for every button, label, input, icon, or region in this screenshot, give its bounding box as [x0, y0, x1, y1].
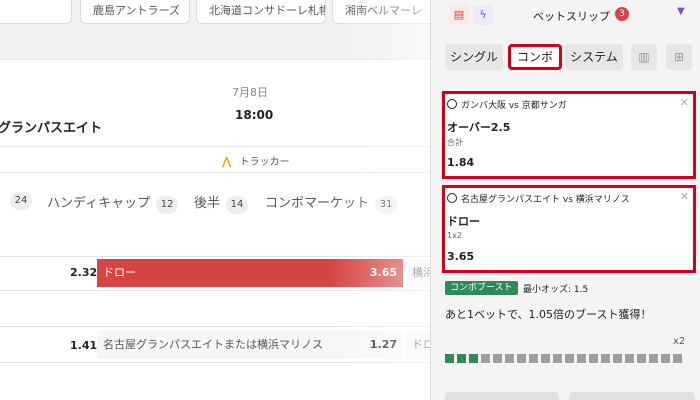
tracker-label: トラッカー	[239, 157, 290, 168]
bet-odds: 1.84	[447, 156, 475, 169]
close-icon[interactable]: ✕	[680, 190, 689, 203]
market-tab-label: ハンディキャップ	[47, 196, 151, 211]
bet-card: 名古屋グランパスエイト vs 横浜マリノス ✕ ドロー 1x2 3.65	[442, 185, 696, 273]
divider	[0, 326, 430, 327]
odds-double-chance[interactable]: 名古屋グランパスエイトまたは横浜マリノス 1.27	[97, 331, 403, 359]
bet-selection: オーバー2.5	[447, 121, 511, 134]
boost-progress-segment	[589, 354, 598, 363]
bet-odds: 3.65	[447, 250, 475, 263]
boost-progress-segment	[577, 354, 586, 363]
team-tab-kashima[interactable]: 鹿島アントラーズ	[80, 0, 190, 24]
team-tab-sapporo[interactable]: 北海道コンサドーレ札幌	[196, 0, 326, 24]
divider	[0, 146, 430, 147]
tab-single[interactable]: シングル	[445, 44, 503, 70]
divider	[0, 256, 430, 257]
gift-icon[interactable]: ⊞	[666, 44, 692, 70]
event-panel: 鹿島アントラーズ 北海道コンサドーレ札幌 湘南ベルマーレ グランパスエイト 7月…	[0, 0, 430, 400]
boost-message: あと1ベットで、1.05倍のブースト獲得！	[445, 308, 652, 321]
team-tab-shonan[interactable]: 湘南ベルマーレ	[332, 0, 430, 24]
match-date: 7月8日	[232, 86, 268, 99]
boost-progress-segment	[649, 354, 658, 363]
home-team-name: グランパスエイト	[0, 121, 103, 136]
boost-progress-segment	[493, 354, 502, 363]
market-tab-combo[interactable]: コンボマーケット 31	[265, 192, 398, 214]
tracker-link[interactable]: ⋀ トラッカー	[222, 153, 289, 168]
odds-home[interactable]: 2.32	[70, 266, 97, 279]
odds-home-or-draw[interactable]: 1.41	[70, 339, 97, 352]
bet-slip-header: ▤ ϟ ベットスリップ 3 ▼	[431, 0, 700, 32]
bet-slip: ▤ ϟ ベットスリップ 3 ▼ シングル コンボ システム ▥ ⊞ ガンバ大阪 …	[430, 0, 700, 400]
team-tab[interactable]	[0, 0, 72, 24]
soccer-ball-icon	[447, 99, 457, 109]
receipt-icon[interactable]: ▤	[449, 5, 469, 25]
bet-market: 1x2	[447, 231, 462, 240]
bet-card: ガンバ大阪 vs 京都サンガ ✕ オーバー2.5 合計 1.84	[442, 91, 696, 179]
bet-match: ガンバ大阪 vs 京都サンガ	[447, 98, 567, 111]
divider	[0, 172, 430, 173]
divider	[0, 290, 430, 291]
bet-market: 合計	[447, 138, 463, 147]
boost-progress-segment	[529, 354, 538, 363]
secondary-button[interactable]	[445, 392, 559, 400]
boost-progress-segment	[565, 354, 574, 363]
boost-progress-segment	[469, 354, 478, 363]
bet-slip-title: ベットスリップ	[533, 10, 610, 23]
market-count-badge: 24	[10, 192, 32, 210]
divider	[0, 362, 430, 363]
boost-progress-segment	[601, 354, 610, 363]
boost-progress-segment	[673, 354, 682, 363]
tab-combo[interactable]: コンボ	[508, 44, 562, 70]
odds-label: 名古屋グランパスエイトまたは横浜マリノス	[103, 338, 323, 351]
team-tab-bar: 鹿島アントラーズ 北海道コンサドーレ札幌 湘南ベルマーレ	[0, 0, 430, 36]
boost-progress-bar	[445, 354, 695, 363]
odds-label: 横浜	[412, 266, 430, 279]
boost-progress-segment	[517, 354, 526, 363]
boost-progress-segment	[481, 354, 490, 363]
odds-draw-selected[interactable]: ドロー 3.65	[97, 259, 403, 287]
boost-progress-segment	[625, 354, 634, 363]
boost-progress-segment	[553, 354, 562, 363]
boost-progress-segment	[661, 354, 670, 363]
odds-value: 3.65	[369, 266, 397, 279]
bet-selection: ドロー	[447, 215, 480, 228]
odds-away[interactable]: 横浜	[406, 259, 430, 287]
boost-progress-segment	[457, 354, 466, 363]
boost-multiplier: x2	[673, 336, 686, 347]
bet-match: 名古屋グランパスエイト vs 横浜マリノス	[447, 192, 630, 205]
market-tab-main[interactable]: 24	[4, 192, 32, 210]
market-tab-label: 後半	[194, 196, 221, 211]
boost-progress-segment	[541, 354, 550, 363]
market-count-badge: 12	[156, 196, 179, 214]
combo-boost-tag: コンボブースト	[445, 281, 518, 295]
header-band	[0, 36, 430, 60]
boost-progress-segment	[637, 354, 646, 363]
market-count-badge: 14	[226, 196, 249, 214]
boost-progress-segment	[505, 354, 514, 363]
market-tabs: 24 ハンディキャップ 12 後半 14 コンボマーケット 31	[0, 192, 430, 214]
lightning-icon[interactable]: ϟ	[473, 5, 493, 25]
odds-label: ドロー	[103, 266, 136, 279]
soccer-ball-icon	[447, 193, 457, 203]
boost-progress-segment	[445, 354, 454, 363]
bet-match-label: 名古屋グランパスエイト vs 横浜マリノス	[461, 195, 630, 205]
odds-value: 1.27	[369, 338, 397, 351]
market-tab-second-half[interactable]: 後半 14	[194, 192, 249, 214]
close-icon[interactable]: ✕	[680, 96, 689, 109]
odds-label: ドロ	[412, 338, 430, 351]
bet-count-badge: 3	[615, 7, 629, 21]
match-time: 18:00	[235, 108, 274, 122]
book-icon[interactable]: ▥	[631, 44, 657, 70]
market-tab-handicap[interactable]: ハンディキャップ 12	[47, 192, 179, 214]
market-tab-label: コンボマーケット	[265, 196, 370, 211]
tracker-icon: ⋀	[222, 155, 232, 168]
min-odds-label: 最小オッズ: 1.5	[523, 285, 589, 295]
market-count-badge: 31	[375, 196, 398, 214]
place-bet-button[interactable]	[569, 392, 695, 400]
odds-draw-or-away[interactable]: ドロ	[406, 331, 430, 359]
boost-progress-segment	[613, 354, 622, 363]
tab-system[interactable]: システム	[565, 44, 623, 70]
chevron-down-icon[interactable]: ▼	[677, 6, 685, 17]
bet-match-label: ガンバ大阪 vs 京都サンガ	[461, 101, 567, 111]
